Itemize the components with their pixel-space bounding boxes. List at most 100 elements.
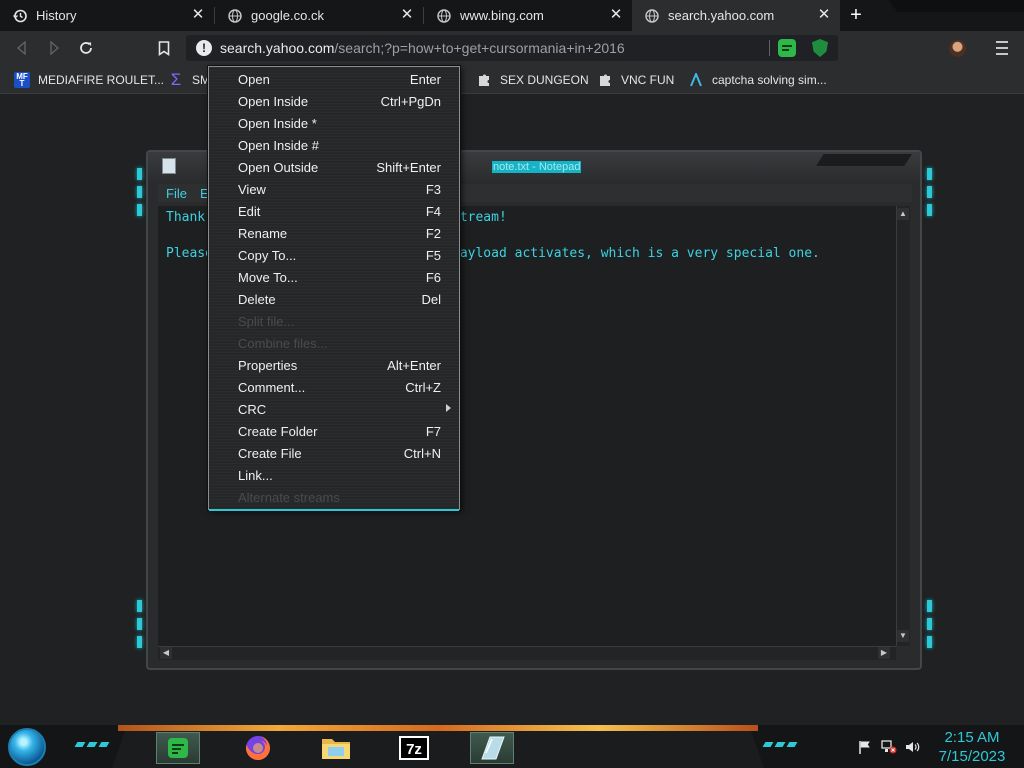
horizontal-scrollbar[interactable]: ◀ ▶ <box>158 646 896 660</box>
menu-item-open[interactable]: Open Enter <box>209 68 459 90</box>
text-line-2-start: Please <box>166 246 213 261</box>
new-tab-button[interactable]: + <box>846 5 866 25</box>
menu-item-split-file: Split file... <box>209 310 459 332</box>
menu-item-label: Split file... <box>238 314 295 329</box>
menu-item-create-file[interactable]: Create File Ctrl+N <box>209 442 459 464</box>
taskbar-firefox[interactable] <box>236 732 280 764</box>
info-icon[interactable]: ! <box>196 40 212 56</box>
menu-item-label: Properties <box>238 358 298 373</box>
bookmark-mediafire[interactable]: MF T MEDIAFIRE ROULET... <box>14 71 164 89</box>
tab-google[interactable]: google.co.ck ✕ <box>215 0 423 31</box>
taskbar-flame-decoration <box>118 725 758 731</box>
tab-strip: History ✕ google.co.ck ✕ www.bing.com ✕ … <box>0 0 1024 31</box>
browser-toolbar: ! search.yahoo.com/search;?p=how+to+get+… <box>0 31 1024 65</box>
network-error-icon[interactable] <box>881 740 897 754</box>
notes-extension-icon[interactable] <box>778 39 796 57</box>
firefox-icon <box>245 736 270 760</box>
menu-item-open-inside-star[interactable]: Open Inside * <box>209 112 459 134</box>
clock-time: 2:15 AM <box>944 729 1000 746</box>
scroll-up-icon[interactable]: ▲ <box>897 208 909 220</box>
volume-icon[interactable] <box>905 740 921 754</box>
menu-item-link[interactable]: Link... <box>209 464 459 486</box>
scroll-down-icon[interactable]: ▼ <box>897 630 909 642</box>
menu-item-comment[interactable]: Comment... Ctrl+Z <box>209 376 459 398</box>
bookmark-icon[interactable] <box>155 39 173 57</box>
menu-item-label: Link... <box>238 468 273 483</box>
bookmark-sex-dungeon[interactable]: SEX DUNGEON <box>476 71 589 89</box>
bookmark-label: SEX DUNGEON <box>500 73 589 87</box>
text-line-1-start: Thank <box>166 210 206 225</box>
menu-item-label: Open Inside <box>238 94 309 109</box>
address-bar[interactable]: ! search.yahoo.com/search;?p=how+to+get+… <box>186 35 838 61</box>
text-line-2-end: payload activates, which is a very speci… <box>452 246 820 261</box>
bookmark-vnc-fun[interactable]: VNC FUN <box>597 71 674 89</box>
menu-item-open-inside[interactable]: Open Inside Ctrl+PgDn <box>209 90 459 112</box>
menu-item-shortcut: F7 <box>425 424 441 439</box>
address-text[interactable]: search.yahoo.com/search;?p=how+to+get+cu… <box>220 40 625 56</box>
bookmark-captcha[interactable]: captcha solving sim... <box>688 71 827 89</box>
start-button[interactable] <box>8 728 46 766</box>
menu-item-edit[interactable]: Edit F4 <box>209 200 459 222</box>
tab-title: History <box>36 8 77 23</box>
reload-button[interactable] <box>77 39 95 57</box>
menu-item-copy-to[interactable]: Copy To... F5 <box>209 244 459 266</box>
browser-menu-icon[interactable] <box>996 41 1008 55</box>
taskbar-clock[interactable]: 2:15 AM 7/15/2023 <box>932 728 1012 766</box>
menu-item-open-outside[interactable]: Open Outside Shift+Enter <box>209 156 459 178</box>
taskbar-accent <box>86 742 98 747</box>
bookmark-sm[interactable]: Σ SM <box>168 70 210 89</box>
menu-item-shortcut: Alt+Enter <box>387 358 441 373</box>
menu-item-crc[interactable]: CRC <box>209 398 459 420</box>
menu-item-label: Alternate streams <box>238 490 340 505</box>
menu-item-delete[interactable]: Delete Del <box>209 288 459 310</box>
taskbar-glass-app[interactable] <box>470 732 514 764</box>
flag-icon[interactable] <box>857 740 873 754</box>
close-icon[interactable]: ✕ <box>399 7 415 23</box>
forward-button[interactable] <box>45 39 63 57</box>
taskbar-notepad[interactable] <box>156 732 200 764</box>
globe-icon <box>644 8 660 24</box>
tab-bing[interactable]: www.bing.com ✕ <box>424 0 632 31</box>
tab-history[interactable]: History ✕ <box>0 0 214 31</box>
7zip-icon: 7z <box>399 736 429 760</box>
menu-item-label: CRC <box>238 402 267 417</box>
frame-accent <box>927 636 932 648</box>
taskbar-7zip[interactable]: 7z <box>392 732 436 764</box>
menu-item-shortcut: F3 <box>425 182 441 197</box>
back-button[interactable] <box>13 39 31 57</box>
menu-item-shortcut: F2 <box>425 226 441 241</box>
mediafire-icon: MF T <box>14 72 30 88</box>
shield-extension-icon[interactable] <box>812 39 828 57</box>
scroll-left-icon[interactable]: ◀ <box>160 647 172 659</box>
profile-avatar[interactable] <box>949 40 966 57</box>
window-buttons[interactable] <box>816 154 912 166</box>
menu-item-label: Copy To... <box>238 248 297 263</box>
taskbar-accent <box>786 742 798 747</box>
menu-item-shortcut: Del <box>421 292 441 307</box>
menu-item-open-inside-hash[interactable]: Open Inside # <box>209 134 459 156</box>
close-icon[interactable]: ✕ <box>608 7 624 23</box>
tab-title: google.co.ck <box>251 8 324 23</box>
scroll-right-icon[interactable]: ▶ <box>878 647 890 659</box>
close-icon[interactable]: ✕ <box>190 7 206 23</box>
menu-item-label: Edit <box>238 204 261 219</box>
puzzle-icon <box>476 72 492 88</box>
menu-item-create-folder[interactable]: Create Folder F7 <box>209 420 459 442</box>
taskbar: 7z 2:15 AM 7/15/2023 <box>0 725 1024 768</box>
taskbar-file-explorer[interactable] <box>314 732 358 764</box>
tab-yahoo[interactable]: search.yahoo.com ✕ <box>632 0 840 31</box>
arrow-logo-icon <box>688 72 704 88</box>
window-frame-decoration <box>888 0 1024 12</box>
menu-item-shortcut: Ctrl+Z <box>405 380 441 395</box>
menu-item-label: Combine files... <box>238 336 328 351</box>
vertical-scrollbar[interactable]: ▲ ▼ <box>896 206 910 646</box>
menu-item-properties[interactable]: Properties Alt+Enter <box>209 354 459 376</box>
menu-item-rename[interactable]: Rename F2 <box>209 222 459 244</box>
menu-item-label: Open Outside <box>238 160 319 175</box>
menu-file[interactable]: File <box>166 186 187 201</box>
menu-item-move-to[interactable]: Move To... F6 <box>209 266 459 288</box>
close-icon[interactable]: ✕ <box>816 7 832 23</box>
menu-item-shortcut: Ctrl+PgDn <box>380 94 441 109</box>
menu-item-shortcut: Shift+Enter <box>376 160 441 175</box>
menu-item-view[interactable]: View F3 <box>209 178 459 200</box>
